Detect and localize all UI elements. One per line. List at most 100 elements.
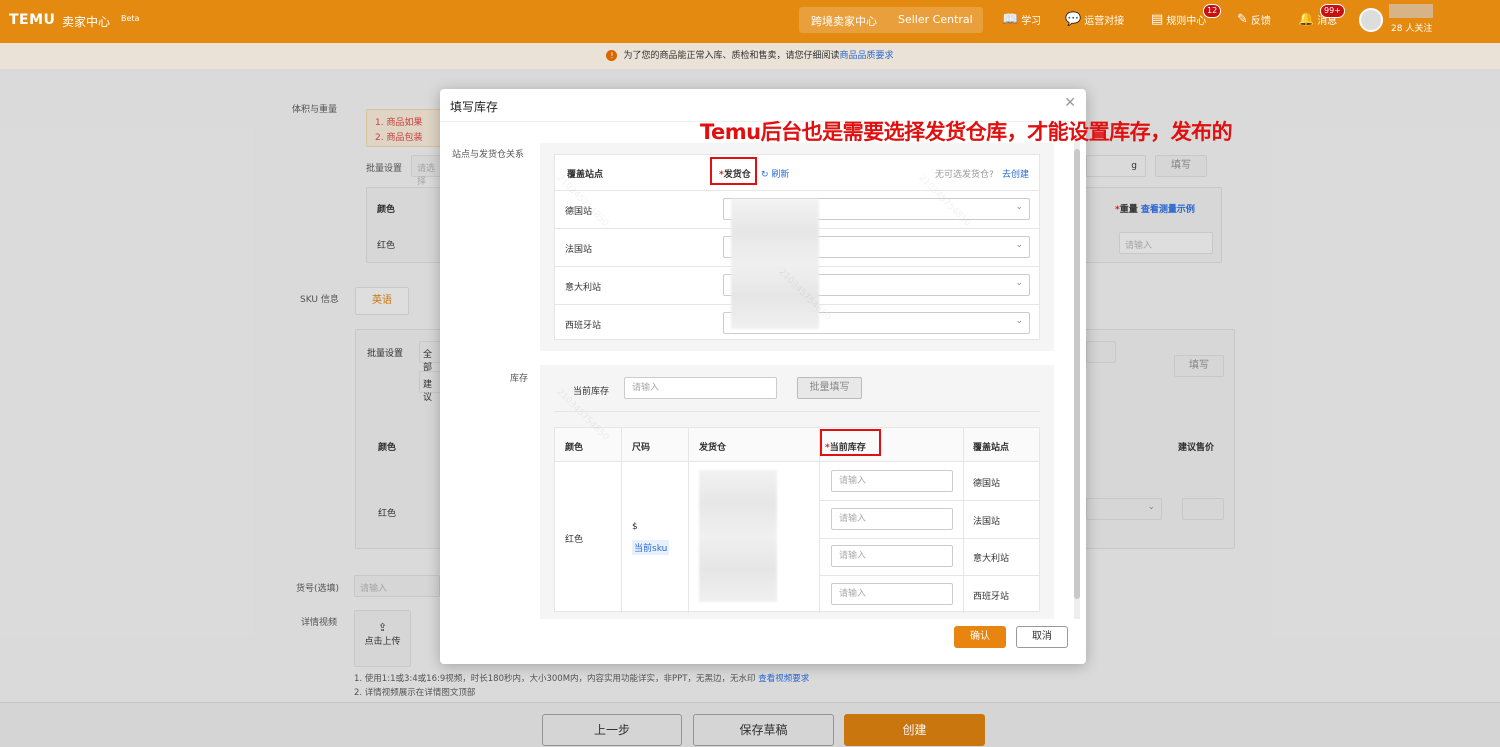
seller-central[interactable]: Seller Central <box>898 13 973 26</box>
detail-video-label: 详情视频 <box>301 618 338 628</box>
row-divider <box>819 575 1039 576</box>
batch-fill-button[interactable]: 批量填写 <box>797 377 862 399</box>
goods-no-label: 货号(选填) <box>296 584 340 594</box>
follow-count: 28 人关注 <box>1391 24 1433 34</box>
nav-learn[interactable]: 📖 学习 <box>1002 12 1041 27</box>
create-button[interactable]: 创建 <box>844 714 985 746</box>
stock-input-spain[interactable]: 请输入 <box>831 583 953 605</box>
red-color-cell-2: 红色 <box>378 509 397 519</box>
temu-logo[interactable]: TEMU <box>9 12 55 28</box>
current-stock-input[interactable]: 请输入 <box>624 377 777 399</box>
batch-setting-2-label: 批量设置 <box>367 349 404 359</box>
refresh-icon: ↻ <box>761 170 769 180</box>
site-warehouse-table: 覆盖站点 *发货仓 ↻ 刷新 无可选发货仓? 去创建 德国站 ⌄ 法国站 ⌄ 意… <box>554 154 1040 340</box>
no-warehouse-text: 无可选发货仓? <box>935 170 994 180</box>
t2-warehouse-header: 发货仓 <box>699 443 727 453</box>
nav-feedback[interactable]: ✎ 反馈 <box>1237 12 1271 27</box>
video-upload[interactable]: ⇪ 点击上传 <box>354 610 411 667</box>
video-tip-2: 2. 详情视频展示在详情图文顶部 <box>354 688 476 698</box>
stock-section-label: 库存 <box>510 374 529 384</box>
notice-text: 为了您的商品能正常入库、质检和售卖，请您仔细阅读 <box>623 51 840 61</box>
chevron-down-icon: ⌄ <box>1147 502 1155 512</box>
save-draft-button[interactable]: 保存草稿 <box>693 714 834 746</box>
go-create-link[interactable]: 去创建 <box>1002 167 1029 180</box>
col-divider <box>963 428 964 613</box>
batch-select[interactable]: 请选择 <box>411 155 441 187</box>
warehouse-names-redacted <box>731 199 819 329</box>
dialog-scroll-thumb[interactable] <box>1074 149 1080 599</box>
stock-highlight-box <box>820 429 881 456</box>
quality-requirements-link[interactable]: 商品品质要求 <box>840 51 894 61</box>
sku-info-label: SKU 信息 <box>300 295 339 305</box>
nav-learn-label: 学习 <box>1021 16 1042 27</box>
color-header-2: 颜色 <box>378 443 397 453</box>
sku-select[interactable]: ⌄ <box>1086 498 1162 520</box>
stock-input-germany[interactable]: 请输入 <box>831 470 953 492</box>
batch-fill-button[interactable]: 填写 <box>1155 155 1207 177</box>
book-icon: 📖 <box>1002 12 1019 27</box>
color-header: 颜色 <box>377 205 396 215</box>
brand-title: 卖家中心 <box>62 15 111 29</box>
chevron-down-icon: ⌄ <box>1015 316 1023 326</box>
chevron-down-icon: ⌄ <box>1015 278 1023 288</box>
footer-bar: 上一步 保存草稿 创建 <box>0 702 1500 747</box>
batch-input-2[interactable] <box>1086 341 1116 363</box>
batch-weight-unit: g <box>1086 155 1146 177</box>
volume-tip-box: 1. 商品如果 2. 商品包装 <box>366 109 446 147</box>
site-spain: 西班牙站 <box>565 321 602 331</box>
goods-no-input[interactable]: 请输入 <box>354 575 440 597</box>
prev-step-button[interactable]: 上一步 <box>542 714 682 746</box>
warning-icon: ! <box>606 50 618 61</box>
video-requirements-link[interactable]: 查看视频要求 <box>758 674 809 684</box>
suggested-price-header: 建议售价 <box>1178 443 1215 453</box>
beta-badge: Beta <box>121 14 140 23</box>
t2-site-header: 覆盖站点 <box>973 443 1010 453</box>
document-icon: ▤ <box>1151 12 1164 27</box>
t2-site-germany: 德国站 <box>973 479 1001 489</box>
batch-setting-label: 批量设置 <box>366 164 403 174</box>
avatar[interactable] <box>1359 8 1383 32</box>
current-sku-tag: 当前sku <box>632 540 670 555</box>
cross-border-seller-center[interactable]: 跨境卖家中心 <box>811 13 877 29</box>
quality-notice: ! 为了您的商品能正常入库、质检和售卖，请您仔细阅读商品品质要求 <box>0 43 1500 69</box>
close-icon[interactable]: ✕ <box>1064 95 1076 111</box>
weight-input[interactable]: 请输入 <box>1119 232 1213 254</box>
account-name-redacted <box>1389 4 1433 18</box>
video-tip-1: 1. 使用1:1或3:4或16:9视频，时长180秒内，大小300M内，内容实用… <box>354 674 756 684</box>
refresh-label: 刷新 <box>771 170 790 180</box>
site-france: 法国站 <box>565 245 593 255</box>
nav-operations-label: 运营对接 <box>1084 16 1125 27</box>
region-switch[interactable]: 跨境卖家中心 Seller Central <box>799 7 983 33</box>
refresh-button[interactable]: ↻ 刷新 <box>761 167 789 180</box>
nav-operations[interactable]: 💬 运营对接 <box>1065 12 1124 27</box>
stock-dialog: 填写库存 ✕ 站点与发货仓关系 覆盖站点 *发货仓 ↻ 刷新 无可选发货仓? 去… <box>440 89 1086 664</box>
price-input[interactable] <box>1182 498 1224 520</box>
current-stock-label: 当前库存 <box>573 387 610 397</box>
chevron-down-icon: ⌄ <box>1015 202 1023 212</box>
cancel-button[interactable]: 取消 <box>1016 626 1068 648</box>
confirm-button[interactable]: 确认 <box>954 626 1006 648</box>
volume-weight-label: 体积与重量 <box>292 105 338 115</box>
fill-button-2[interactable]: 填写 <box>1174 355 1224 377</box>
measure-example-link[interactable]: 查看测量示例 <box>1141 205 1195 215</box>
nav-rules[interactable]: ▤ 规则中心 <box>1151 12 1206 27</box>
dialog-title: 填写库存 <box>450 100 499 114</box>
red-color-cell: 红色 <box>377 241 396 251</box>
top-bar: TEMU 卖家中心 Beta 跨境卖家中心 Seller Central 📖 学习… <box>0 0 1500 43</box>
nav-feedback-label: 反馈 <box>1250 16 1271 27</box>
red-annotation-text: Temu后台也是需要选择发货仓库，才能设置库存，发布的 <box>700 120 1233 144</box>
row-divider <box>819 500 1039 501</box>
volume-tip-1: 1. 商品如果 <box>375 118 423 128</box>
stock-input-italy[interactable]: 请输入 <box>831 545 953 567</box>
col-divider <box>688 428 689 613</box>
t2-site-france: 法国站 <box>973 517 1001 527</box>
weight-header: 重量 <box>1119 205 1138 215</box>
stock-divider <box>554 411 1040 412</box>
bell-icon: 🔔 <box>1298 12 1315 27</box>
tab-english[interactable]: 英语 <box>355 287 409 315</box>
nav-rules-label: 规则中心 <box>1166 16 1207 27</box>
chevron-down-icon: ⌄ <box>1015 240 1023 250</box>
stock-input-france[interactable]: 请输入 <box>831 508 953 530</box>
site-warehouse-label: 站点与发货仓关系 <box>452 150 525 160</box>
upload-icon: ⇪ <box>377 621 388 634</box>
